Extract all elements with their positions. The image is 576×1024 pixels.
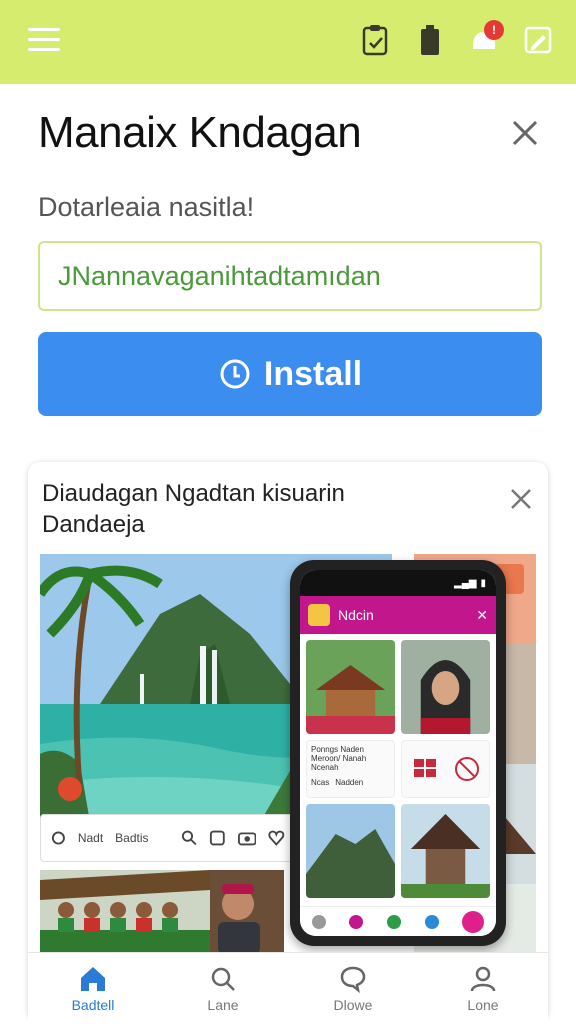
signal-icon: ▂▄▆ [454, 577, 477, 589]
nav-item-chat[interactable]: Dlowe [288, 953, 418, 1024]
search-icon[interactable] [181, 829, 198, 847]
info-line-3: Ncenah [311, 763, 339, 772]
top-bar: ! [0, 0, 576, 84]
nav-label: Lone [467, 996, 499, 1013]
search-icon [211, 967, 235, 991]
page-title: Manaix Kndagan [38, 108, 362, 157]
phone-nav-bar [300, 906, 496, 936]
temple-tile[interactable] [306, 640, 395, 734]
edit-icon[interactable] [520, 22, 556, 58]
strip-label-1: Nadt [77, 831, 104, 845]
info-tag-1[interactable]: Ncas [311, 778, 329, 787]
heart-icon[interactable] [268, 829, 285, 847]
pattern-tile[interactable] [401, 740, 490, 798]
phone-app-name: Ndcin [338, 607, 374, 623]
home-icon [81, 966, 105, 991]
install-label: Install [263, 354, 363, 393]
pattern-icon [413, 759, 436, 777]
info-line-1: Ponngs Naden [311, 745, 364, 754]
gallery-icon[interactable] [209, 829, 226, 847]
power-icon [220, 359, 250, 389]
info-icon[interactable] [51, 830, 66, 846]
phone-app-header: Ndcin ✕ [300, 596, 496, 634]
phone-close-icon[interactable]: ✕ [476, 607, 488, 624]
nav-label: Badtell [71, 996, 115, 1013]
card-close-icon[interactable] [508, 486, 534, 512]
top-icon-group: ! [358, 20, 556, 60]
app-logo-icon [308, 604, 330, 626]
card-title-line-1: Diaudagan Ngadtan kisuarin [42, 480, 345, 507]
notification-badge: ! [484, 20, 504, 40]
menu-icon[interactable] [28, 28, 60, 52]
info-line-2: Meroon/ Nanah [311, 754, 367, 763]
chat-icon [340, 966, 366, 993]
phone-battery-icon: ▮ [480, 577, 486, 589]
phone-mockup: ▂▄▆ ▮ Ndcin ✕ Ponngs Naden Meroon/ Nanah… [290, 560, 506, 946]
page-subtitle: Dotarleaia nasitla! [38, 192, 255, 222]
nav-dot-icon[interactable] [349, 914, 364, 929]
install-button[interactable]: Install [38, 332, 542, 416]
pavilion-tile[interactable] [401, 804, 490, 898]
phone-screen: ▂▄▆ ▮ Ndcin ✕ Ponngs Naden Meroon/ Nanah… [300, 570, 496, 936]
phone-content-grid: Ponngs Naden Meroon/ Nanah Ncenah Ncas N… [306, 640, 490, 898]
nav-label: Dlowe [333, 996, 373, 1013]
nav-dot-icon[interactable] [386, 914, 401, 929]
nav-item-home[interactable]: Badtell [28, 953, 158, 1024]
nav-dot-icon[interactable] [424, 914, 439, 929]
promo-card: Diaudagan Ngadtan kisuarin Dandaeja Nadt… [28, 462, 548, 1022]
info-tag-2[interactable]: Nadden [335, 778, 363, 787]
portrait-tile[interactable] [401, 640, 490, 734]
bottom-nav: Badtell Lane Dlowe Lone [28, 952, 548, 1024]
clipboard-icon[interactable] [358, 22, 394, 58]
card-title-line-2: Dandaeja [42, 511, 145, 538]
nav-item-profile[interactable]: Lone [418, 953, 548, 1024]
close-icon[interactable] [510, 118, 540, 148]
nav-dot-icon[interactable] [311, 914, 326, 929]
mountain-tile[interactable] [306, 804, 395, 898]
card-title: Diaudagan Ngadtan kisuarin Dandaeja [42, 478, 442, 540]
phone-status-bar: ▂▄▆ ▮ [300, 570, 496, 596]
nav-item-search[interactable]: Lane [158, 953, 288, 1024]
nav-label: Lane [207, 996, 239, 1013]
search-input[interactable]: JNannavaganihtadtamıdan [38, 241, 542, 311]
camera-icon[interactable] [237, 829, 257, 847]
info-tile[interactable]: Ponngs Naden Meroon/ Nanah Ncenah Ncas N… [306, 740, 395, 798]
fab-icon[interactable] [462, 910, 485, 933]
no-entry-icon [454, 757, 479, 781]
battery-icon[interactable] [412, 22, 448, 58]
notification-bell-icon[interactable]: ! [466, 20, 504, 58]
strip-label-2: Badtis [115, 831, 149, 845]
photo-action-strip: Nadt Badtis [40, 814, 296, 862]
profile-icon [470, 966, 496, 991]
group-photo [40, 870, 284, 954]
